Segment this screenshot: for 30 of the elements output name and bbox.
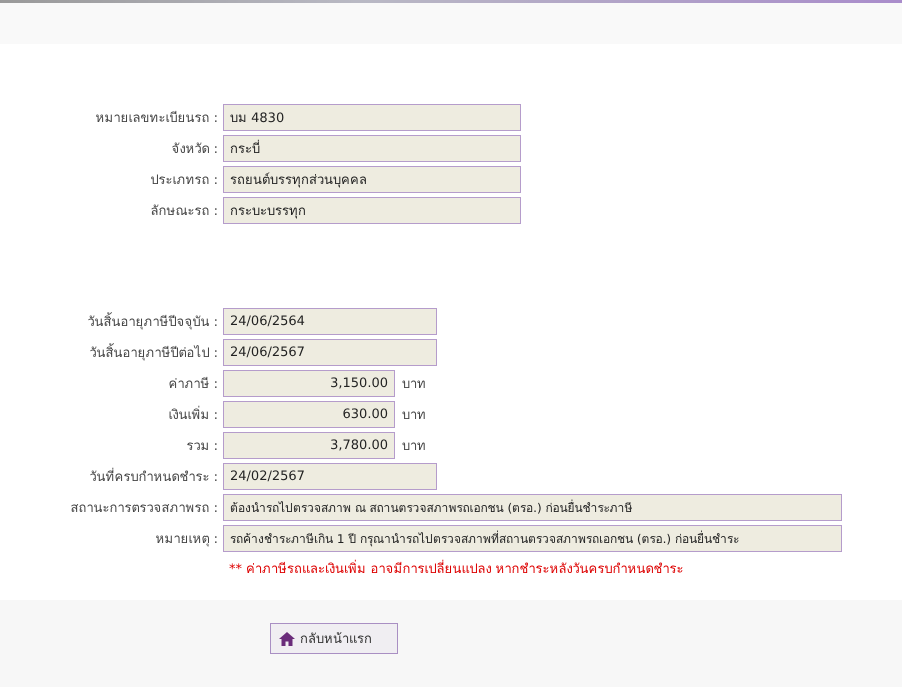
unit-label: บาท bbox=[402, 407, 426, 425]
home-button[interactable]: กลับหน้าแรก bbox=[270, 623, 398, 654]
value-field: 24/06/2567 bbox=[223, 339, 437, 366]
value-field: กระบะบรรทุก bbox=[223, 197, 521, 224]
value-field: รถค้างชำระภาษีเกิน 1 ปี กรุณานำรถไปตรวจสภาพที่สถานตรวจสภาพรถเอกชน (ตรอ.) ก่อนยื่นชำระ bbox=[223, 525, 842, 552]
value-field: 3,780.00 bbox=[223, 432, 395, 459]
field-label: จังหวัด : bbox=[170, 141, 218, 159]
field-label: หมายเหตุ : bbox=[154, 531, 218, 549]
field-label: เงินเพิ่ม : bbox=[0, 404, 218, 425]
field-label: สถานะการตรวจสภาพรถ : bbox=[69, 500, 218, 518]
field-label: หมายเลขทะเบียนรถ : bbox=[94, 110, 218, 128]
unit-label: บาท bbox=[402, 376, 426, 394]
value-field: 3,150.00 bbox=[223, 370, 395, 397]
field-label: วันสิ้นอายุภาษีปีจจุบัน : bbox=[0, 311, 218, 332]
value-field: 24/02/2567 bbox=[223, 463, 437, 490]
field-label: ลักษณะรถ : bbox=[149, 203, 218, 221]
value-field: กระบี่ bbox=[223, 135, 521, 162]
value-field: ต้องนำรถไปตรวจสภาพ ณ สถานตรวจสภาพรถเอกชน (ตรอ.) ก่อนยื่นชำระภาษี bbox=[223, 494, 842, 521]
field-label: วันสิ้นอายุภาษีปีต่อไป : bbox=[0, 342, 218, 363]
value-field: รถยนต์บรรทุกส่วนบุคคล bbox=[223, 166, 521, 193]
value-field: 24/06/2564 bbox=[223, 308, 437, 335]
field-label: รวม : bbox=[185, 438, 218, 456]
unit-label: บาท bbox=[402, 438, 426, 456]
warning-text: ** ค่าภาษีรถและเงินเพิ่ม อาจมีการเปลี่ยนแปลง หากชำระหลังวันครบกำหนดชำระ bbox=[229, 558, 902, 579]
value-field: บม 4830 bbox=[223, 104, 521, 131]
field-label: ค่าภาษี : bbox=[167, 376, 218, 394]
home-icon bbox=[279, 632, 295, 646]
field-label: วันที่ครบกำหนดชำระ : bbox=[0, 466, 218, 487]
value-field: 630.00 bbox=[223, 401, 395, 428]
field-label: ประเภทรถ : bbox=[149, 172, 218, 190]
